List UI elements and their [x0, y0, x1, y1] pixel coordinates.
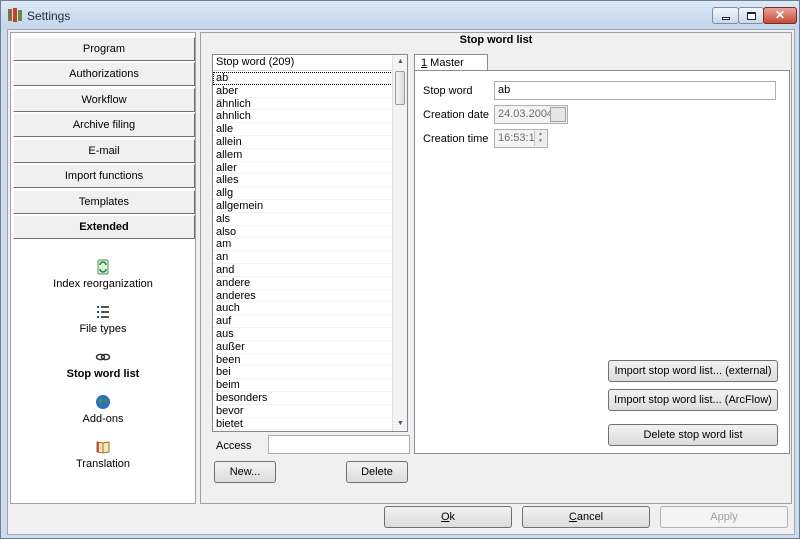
calendar-icon: [550, 107, 566, 122]
stop-word-row[interactable]: aller: [213, 162, 393, 175]
nav-archive-filing-button[interactable]: Archive filing: [13, 113, 195, 137]
stop-word-row[interactable]: auf: [213, 315, 393, 328]
subitem-add-ons[interactable]: Add-ons: [11, 394, 195, 425]
subitem-label: Translation: [75, 458, 130, 470]
nav-program-button[interactable]: Program: [13, 37, 195, 61]
subitem-label: Stop word list: [66, 368, 140, 380]
nav-import-functions-button[interactable]: Import functions: [13, 164, 195, 188]
delete-stop-word-list-button[interactable]: Delete stop word list: [608, 424, 778, 446]
chain-link-icon: [95, 353, 111, 361]
cancel-button[interactable]: Cancel: [522, 506, 650, 528]
title-bar: Settings ✕: [1, 1, 799, 29]
nav-email-button[interactable]: E-mail: [13, 139, 195, 163]
scroll-down-arrow-icon[interactable]: ▼: [393, 417, 407, 431]
creation-time-label: Creation time: [423, 133, 489, 145]
close-button[interactable]: ✕: [763, 7, 797, 24]
stop-word-row[interactable]: ab: [213, 72, 393, 85]
settings-nav: Program Authorizations Workflow Archive …: [10, 32, 196, 504]
maximize-button[interactable]: [738, 7, 764, 24]
minimize-icon: [722, 17, 730, 20]
import-arcflow-button[interactable]: Import stop word list... (ArcFlow): [608, 389, 778, 411]
subitem-label: File types: [79, 323, 127, 335]
ok-mnemonic: O: [440, 511, 450, 523]
scroll-up-arrow-icon[interactable]: ▲: [393, 55, 407, 69]
ok-label-rest: k: [449, 511, 456, 523]
stop-word-row[interactable]: aus: [213, 328, 393, 341]
nav-extended-button[interactable]: Extended: [13, 215, 195, 239]
book-icon: [96, 441, 110, 454]
settings-window: Settings ✕ Program Authorizations Workfl…: [0, 0, 800, 539]
globe-icon: [96, 395, 110, 409]
stop-word-row[interactable]: andere: [213, 277, 393, 290]
list-scrollbar[interactable]: ▲ ▼: [392, 55, 407, 431]
stop-word-row[interactable]: aber: [213, 85, 393, 98]
panel-title: Stop word list: [459, 34, 533, 46]
creation-time-field: 16:53:14 ▲ ▼: [494, 129, 548, 148]
stop-word-row[interactable]: ahnlich: [213, 110, 393, 124]
stop-word-row[interactable]: als: [213, 213, 393, 226]
access-label: Access: [216, 440, 252, 452]
stop-word-row[interactable]: am: [213, 238, 393, 252]
import-external-button[interactable]: Import stop word list... (external): [608, 360, 778, 382]
stop-word-row[interactable]: bevor: [213, 405, 393, 418]
list-column-header[interactable]: Stop word (209): [213, 55, 393, 71]
window-title: Settings: [27, 9, 71, 23]
maximize-icon: [747, 12, 756, 20]
stop-word-row[interactable]: auch: [213, 302, 393, 316]
subitem-translation[interactable]: Translation: [11, 439, 195, 470]
stop-word-row[interactable]: bei: [213, 366, 393, 380]
stop-word-label: Stop word: [423, 85, 473, 97]
cancel-mnemonic: C: [568, 511, 577, 523]
stop-word-row[interactable]: allein: [213, 136, 393, 149]
creation-date-value: 24.03.2004: [498, 108, 554, 120]
subitem-label: Add-ons: [82, 413, 124, 425]
list-icon: [97, 306, 109, 318]
close-icon: ✕: [774, 8, 786, 22]
cancel-label-rest: ancel: [576, 511, 604, 523]
subitem-stop-word-list[interactable]: Stop word list: [11, 349, 195, 380]
reorganize-icon: [97, 259, 109, 275]
subitem-index-reorganization[interactable]: Index reorganization: [11, 259, 195, 290]
apply-button[interactable]: Apply: [660, 506, 788, 528]
stop-word-row[interactable]: beim: [213, 379, 393, 392]
stop-word-row[interactable]: allg: [213, 187, 393, 200]
stop-word-row[interactable]: besonders: [213, 392, 393, 405]
scroll-thumb[interactable]: [395, 71, 405, 105]
nav-authorizations-button[interactable]: Authorizations: [13, 62, 195, 86]
stop-word-panel: Stop word list Stop word (209) ab aber ähn…: [200, 32, 792, 504]
settings-app-icon: [8, 8, 22, 22]
subitem-label: Index reorganization: [53, 278, 153, 290]
stop-word-row[interactable]: an: [213, 251, 393, 264]
stop-word-row[interactable]: also: [213, 226, 393, 239]
stop-word-row[interactable]: and: [213, 264, 393, 277]
new-button[interactable]: New...: [214, 461, 276, 483]
settings-client-area: Program Authorizations Workflow Archive …: [7, 29, 795, 535]
stop-word-row[interactable]: been: [213, 354, 393, 367]
creation-date-field: 24.03.2004: [494, 105, 568, 124]
stop-word-row[interactable]: ähnlich: [213, 98, 393, 111]
spinner-arrows-icon: ▲ ▼: [534, 131, 546, 146]
nav-templates-button[interactable]: Templates: [13, 190, 195, 214]
stop-word-input[interactable]: ab: [494, 81, 776, 100]
stop-word-row[interactable]: alle: [213, 123, 393, 136]
delete-button[interactable]: Delete: [346, 461, 408, 483]
stop-word-row[interactable]: alles: [213, 174, 393, 188]
minimize-button[interactable]: [712, 7, 739, 24]
access-input[interactable]: [268, 435, 410, 454]
tab-master-data[interactable]: 1 Master Data: [414, 54, 488, 85]
stop-word-row[interactable]: außer: [213, 341, 393, 354]
subitem-file-types[interactable]: File types: [11, 304, 195, 335]
stop-word-listbox[interactable]: Stop word (209) ab aber ähnlich ahnlich alle…: [212, 54, 408, 432]
creation-date-label: Creation date: [423, 109, 490, 121]
stop-word-row[interactable]: allgemein: [213, 200, 393, 213]
ok-button[interactable]: Ok: [384, 506, 512, 528]
stop-word-row[interactable]: allem: [213, 149, 393, 162]
nav-workflow-button[interactable]: Workflow: [13, 88, 195, 112]
stop-word-row[interactable]: anderes: [213, 290, 393, 303]
master-data-panel: Stop word ab Creation date 24.03.2004 Cr…: [414, 70, 790, 454]
stop-word-rows: ab aber ähnlich ahnlich alle allein allem aller…: [213, 72, 393, 431]
stop-word-row[interactable]: bietet: [213, 418, 393, 431]
